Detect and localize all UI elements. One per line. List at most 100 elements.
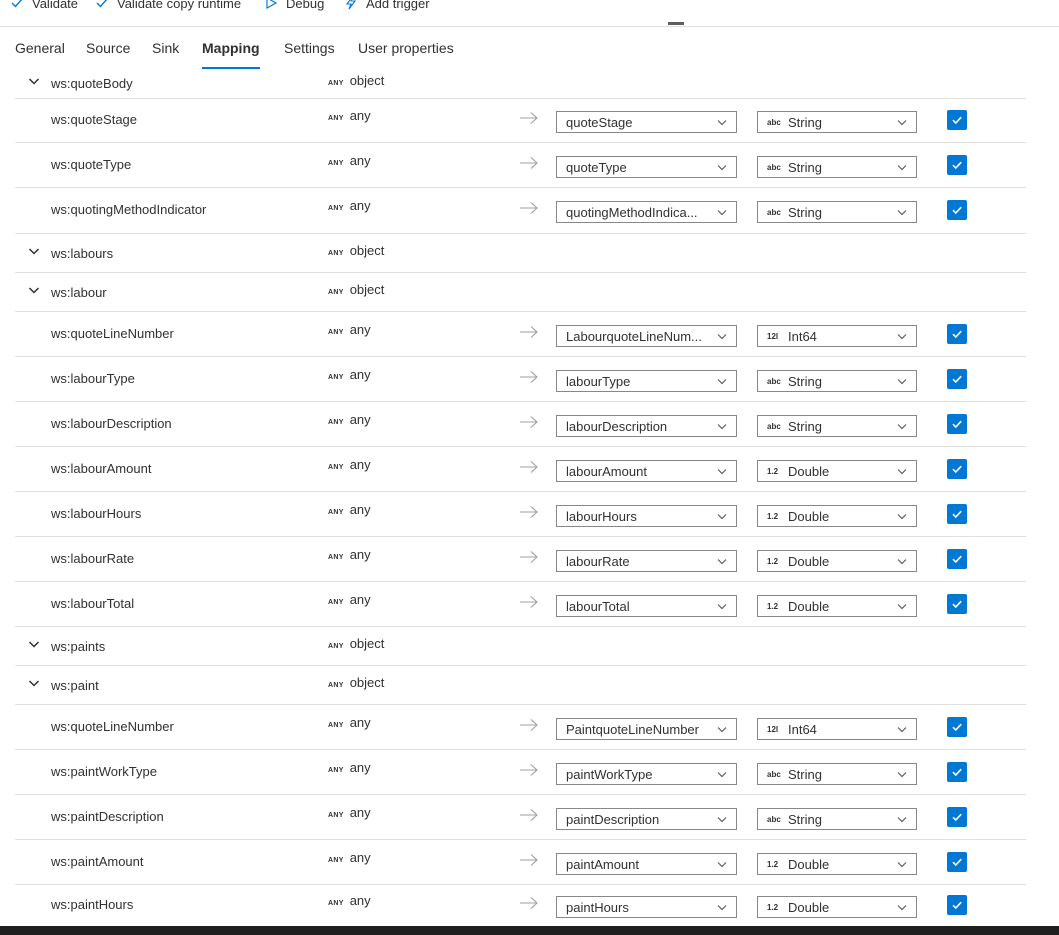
- tab-user-properties[interactable]: User properties: [358, 40, 454, 64]
- chevron-down-icon[interactable]: [28, 638, 40, 650]
- include-checkbox[interactable]: [947, 110, 967, 130]
- validate-copy-runtime-button[interactable]: Validate copy runtime: [95, 0, 241, 13]
- checkmark-icon: [951, 159, 963, 171]
- tab-sink[interactable]: Sink: [152, 40, 179, 64]
- destination-type-value: Int64: [788, 328, 817, 344]
- add-trigger-button[interactable]: Add trigger: [344, 0, 430, 13]
- source-type: ANY any: [328, 547, 371, 562]
- destination-type-dropdown[interactable]: 1.2 Double: [757, 853, 917, 875]
- destination-column-dropdown[interactable]: labourHours: [556, 505, 737, 527]
- destination-column-dropdown[interactable]: labourRate: [556, 550, 737, 572]
- include-checkbox[interactable]: [947, 369, 967, 389]
- any-type-icon: ANY: [328, 857, 344, 864]
- data-type-icon: 1.2: [767, 902, 779, 912]
- destination-column-dropdown[interactable]: paintHours: [556, 896, 737, 918]
- checkmark-icon: [951, 856, 963, 868]
- data-type-icon: 1.2: [767, 859, 779, 869]
- destination-type-dropdown[interactable]: abc String: [757, 201, 917, 223]
- pane-splitter-handle[interactable]: [668, 22, 684, 25]
- include-checkbox[interactable]: [947, 459, 967, 479]
- checkmark-icon: [951, 328, 963, 340]
- destination-column-dropdown[interactable]: labourType: [556, 370, 737, 392]
- toolbar: Validate Validate copy runtime Debug Add…: [0, 0, 1059, 27]
- destination-column-dropdown[interactable]: paintWorkType: [556, 763, 737, 785]
- tab-general[interactable]: General: [15, 40, 65, 64]
- include-checkbox[interactable]: [947, 762, 967, 782]
- include-checkbox[interactable]: [947, 324, 967, 344]
- debug-button[interactable]: Debug: [264, 0, 324, 13]
- destination-type-dropdown[interactable]: abc String: [757, 156, 917, 178]
- destination-type-dropdown[interactable]: 1.2 Double: [757, 505, 917, 527]
- checkmark-icon: [951, 811, 963, 823]
- destination-type-dropdown[interactable]: abc String: [757, 808, 917, 830]
- destination-column-dropdown[interactable]: labourTotal: [556, 595, 737, 617]
- checkmark-icon: [951, 204, 963, 216]
- destination-column-dropdown[interactable]: PaintquoteLineNumber: [556, 718, 737, 740]
- destination-type-dropdown[interactable]: 1.2 Double: [757, 896, 917, 918]
- destination-column-dropdown[interactable]: quotingMethodIndica...: [556, 201, 737, 223]
- mapping-field-row: ws:quoteLineNumber ANY any LabourquoteLineN…: [15, 311, 1026, 357]
- destination-column-dropdown[interactable]: paintDescription: [556, 808, 737, 830]
- destination-type-dropdown[interactable]: 12l Int64: [757, 718, 917, 740]
- destination-column-dropdown[interactable]: labourDescription: [556, 415, 737, 437]
- source-type-label: any: [349, 547, 371, 562]
- destination-column-value: LabourquoteLineNum...: [566, 328, 702, 344]
- destination-column-value: labourRate: [566, 553, 630, 569]
- destination-type-dropdown[interactable]: 1.2 Double: [757, 550, 917, 572]
- any-type-icon: ANY: [328, 554, 344, 561]
- include-checkbox[interactable]: [947, 549, 967, 569]
- destination-type-dropdown[interactable]: 1.2 Double: [757, 460, 917, 482]
- debug-label: Debug: [286, 0, 325, 11]
- destination-column-value: labourAmount: [566, 463, 647, 479]
- include-checkbox[interactable]: [947, 852, 967, 872]
- mapping-group-row: ws:labours ANY object: [15, 233, 1026, 273]
- tab-settings[interactable]: Settings: [284, 40, 335, 64]
- arrow-right-icon: [519, 201, 539, 215]
- destination-type-dropdown[interactable]: 12l Int64: [757, 325, 917, 347]
- include-checkbox[interactable]: [947, 594, 967, 614]
- arrow-right-icon: [519, 370, 539, 384]
- chevron-down-icon: [896, 161, 908, 173]
- source-type-label: any: [349, 805, 371, 820]
- source-type: ANY object: [328, 636, 384, 651]
- chevron-down-icon[interactable]: [28, 284, 40, 296]
- include-checkbox[interactable]: [947, 414, 967, 434]
- destination-column-value: paintDescription: [566, 811, 660, 827]
- tab-source[interactable]: Source: [86, 40, 130, 64]
- include-checkbox[interactable]: [947, 895, 967, 915]
- source-type: ANY any: [328, 108, 371, 123]
- source-type-label: any: [349, 367, 371, 382]
- any-type-icon: ANY: [328, 205, 344, 212]
- destination-type-dropdown[interactable]: abc String: [757, 370, 917, 392]
- include-checkbox[interactable]: [947, 717, 967, 737]
- chevron-down-icon[interactable]: [28, 75, 40, 87]
- data-type-icon: abc: [767, 207, 781, 217]
- source-type-label: any: [349, 893, 371, 908]
- tab-mapping[interactable]: Mapping: [202, 40, 260, 69]
- destination-column-dropdown[interactable]: labourAmount: [556, 460, 737, 482]
- include-checkbox[interactable]: [947, 807, 967, 827]
- destination-type-dropdown[interactable]: abc String: [757, 111, 917, 133]
- validate-button[interactable]: Validate: [10, 0, 78, 13]
- include-checkbox[interactable]: [947, 155, 967, 175]
- chevron-down-icon[interactable]: [28, 677, 40, 689]
- chevron-down-icon: [716, 768, 728, 780]
- chevron-down-icon[interactable]: [28, 245, 40, 257]
- destination-column-dropdown[interactable]: LabourquoteLineNum...: [556, 325, 737, 347]
- chevron-down-icon: [896, 375, 908, 387]
- include-checkbox[interactable]: [947, 504, 967, 524]
- source-type: ANY any: [328, 198, 371, 213]
- checkmark-icon: [951, 553, 963, 565]
- source-path: ws:quoteStage: [51, 112, 138, 127]
- destination-type-dropdown[interactable]: abc String: [757, 415, 917, 437]
- destination-column-dropdown[interactable]: quoteType: [556, 156, 737, 178]
- include-checkbox[interactable]: [947, 200, 967, 220]
- destination-column-dropdown[interactable]: quoteStage: [556, 111, 737, 133]
- source-path: ws:labourDescription: [51, 416, 172, 431]
- checkmark-icon: [951, 721, 963, 733]
- destination-type-value: String: [788, 114, 822, 130]
- destination-type-dropdown[interactable]: abc String: [757, 763, 917, 785]
- arrow-right-icon: [519, 718, 539, 732]
- destination-type-dropdown[interactable]: 1.2 Double: [757, 595, 917, 617]
- destination-column-dropdown[interactable]: paintAmount: [556, 853, 737, 875]
